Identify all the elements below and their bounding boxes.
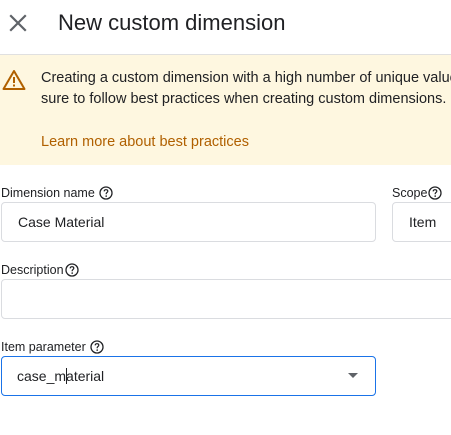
warning-line-1: Creating a custom dimension with a high … [41, 70, 451, 86]
custom-dimension-dialog: New custom dimension Creating a custom d… [0, 0, 451, 435]
description-label-text: Description [1, 263, 64, 277]
dimension-name-label: Dimension name [1, 185, 113, 201]
warning-line-2: sure to follow best practices when creat… [41, 91, 447, 107]
warning-icon [2, 70, 26, 90]
item-parameter-label: Item parameter [1, 339, 104, 355]
scope-label-text: Scope [392, 186, 428, 200]
dimension-name-label-text: Dimension name [1, 186, 95, 200]
close-icon [9, 14, 27, 32]
dialog-title: New custom dimension [58, 10, 286, 35]
dimension-name-input[interactable]: Case Material [1, 202, 376, 242]
item-parameter-label-text: Item parameter [1, 340, 86, 354]
dropdown-arrow-icon[interactable] [348, 373, 358, 378]
scope-select[interactable]: Item [392, 202, 451, 242]
item-parameter-value-start: case_m [17, 368, 67, 384]
warning-message: Creating a custom dimension with a high … [41, 68, 451, 110]
description-label: Description [1, 262, 79, 278]
warning-banner: Creating a custom dimension with a high … [0, 55, 451, 165]
item-parameter-combobox[interactable]: case_m aterial [1, 356, 376, 396]
best-practices-link[interactable]: Learn more about best practices [41, 132, 249, 152]
item-parameter-value-end: aterial [66, 368, 105, 384]
dialog-header: New custom dimension [0, 0, 451, 54]
help-icon[interactable] [428, 186, 443, 200]
help-icon[interactable] [64, 263, 79, 277]
description-input[interactable] [1, 279, 451, 319]
close-button[interactable] [4, 9, 32, 37]
help-icon[interactable] [99, 186, 113, 200]
scope-label: Scope [392, 185, 443, 201]
help-icon[interactable] [90, 340, 104, 354]
